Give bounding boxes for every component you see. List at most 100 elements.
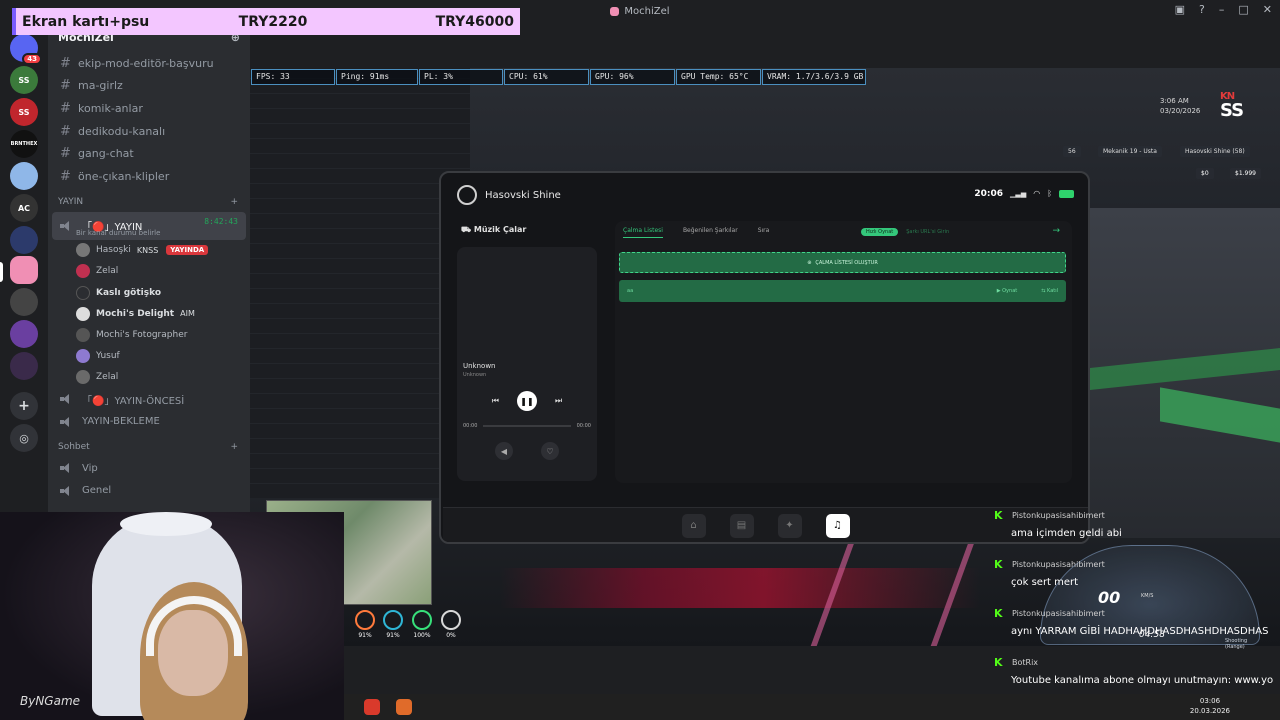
server-rail: 43 SS SS BRNTHEX AC + ◎ (0, 22, 48, 522)
hud-time: 3:06 AM (1160, 97, 1189, 105)
add-server-icon[interactable]: + (10, 392, 38, 420)
join-button[interactable]: ⇆ Katıl (1041, 288, 1058, 294)
voice-channel-active[interactable]: 「🔴」YAYIN 8:42:43 Bir kanal durumu belirl… (52, 211, 246, 240)
channel-item[interactable]: # gang-chat (48, 142, 250, 165)
garage-icon[interactable]: ▤ (729, 513, 754, 538)
close-button[interactable]: ✕ (1263, 3, 1272, 16)
server-icon[interactable]: BRNTHEX (10, 130, 38, 158)
armor-value: 91% (386, 632, 400, 639)
server-icon[interactable] (10, 352, 38, 380)
next-icon[interactable]: ⏭ (555, 396, 562, 406)
kick-icon: K (994, 606, 1003, 620)
server-icon[interactable]: SS (10, 98, 38, 126)
add-channel-icon[interactable]: + (230, 197, 238, 207)
tab-liked[interactable]: Beğenilen Şarkılar (683, 227, 738, 238)
channel-label: gang-chat (78, 147, 134, 161)
goal-target: TRY46000 (435, 13, 514, 30)
hud-job-pill: Mekanik 19 - Usta (1098, 146, 1162, 157)
minimize-button[interactable]: – (1219, 3, 1225, 16)
volume-icon[interactable]: ◀ (495, 442, 513, 460)
music-icon[interactable]: ♫ (825, 513, 850, 538)
progress-track[interactable] (483, 425, 571, 427)
light-icon[interactable]: ✦ (777, 513, 802, 538)
cpu-readout: CPU: 61% (504, 69, 589, 85)
server-icon[interactable] (10, 226, 38, 254)
heart-icon[interactable]: ♡ (541, 442, 559, 460)
goal-current: TRY2220 (238, 13, 308, 30)
hash-icon: # (60, 100, 71, 116)
channel-status[interactable]: Bir kanal durumu belirle (76, 229, 160, 237)
pause-button[interactable]: ❚❚ (517, 391, 537, 411)
avatar (76, 264, 90, 279)
vram-readout: VRAM: 1.7/3.6/3.9 GB (762, 69, 866, 85)
home-icon[interactable]: ⌂ (681, 513, 706, 538)
voice-member[interactable]: Hasoşki KNSS YAYINDA (48, 240, 250, 261)
member-name: Mochi's Delight (96, 308, 175, 319)
tab-queue[interactable]: Sıra (758, 227, 770, 238)
server-icon-mochizel[interactable] (10, 256, 38, 284)
discover-icon[interactable]: ◎ (10, 424, 38, 452)
logo-bottom: SS (1220, 100, 1244, 121)
create-playlist-label: ÇALMA LİSTESİ OLUŞTUR (815, 259, 878, 266)
channel-item[interactable]: # komik-anlar (48, 97, 250, 120)
screen: MochiZel ▣ ? – □ ✕ Ekran kartı+psu TRY22… (0, 0, 1280, 720)
voice-channel[interactable]: Genel (48, 480, 250, 503)
profile-avatar[interactable] (457, 185, 477, 205)
voice-member[interactable]: Zelal (48, 261, 250, 282)
server-icon[interactable]: AC (10, 194, 38, 222)
packet-loss-readout: PL: 3% (419, 69, 503, 85)
voice-channel-label: 「🔴」YAYIN-ÖNCESİ (82, 395, 185, 407)
play-button[interactable]: ▶ Oynat (997, 288, 1018, 294)
section-label: Müzik Çalar (473, 225, 527, 234)
health-value: 91% (358, 632, 372, 639)
hud-cash: $0 (1196, 168, 1214, 179)
progress-bar[interactable]: 00:00 00:00 (463, 423, 591, 429)
chat-username: BotRix (1012, 657, 1039, 667)
voice-member[interactable]: Mochi's Fotographer (48, 324, 250, 345)
avatar (76, 285, 90, 300)
channel-item[interactable]: # ma-girlz (48, 75, 250, 98)
hud-bank: $1.999 (1230, 168, 1261, 179)
url-input[interactable]: Şarkı URL'si Girin (906, 229, 949, 235)
create-playlist-button[interactable]: ⊕ ÇALMA LİSTESİ OLUŞTUR (619, 252, 1066, 273)
server-icon[interactable] (10, 162, 38, 190)
kick-icon: K (994, 508, 1003, 522)
car-icon: ⛟ (461, 225, 474, 234)
track-artist: Unknown (463, 372, 487, 378)
profile-name: Hasovski Shine (485, 189, 561, 201)
voice-member[interactable]: Kaslı götişko (48, 282, 250, 303)
speaker-icon (60, 463, 72, 474)
server-icon[interactable] (10, 288, 38, 316)
inbox-icon[interactable]: ▣ (1175, 3, 1185, 16)
fps-readout: FPS: 33 (251, 69, 335, 85)
quick-play-button[interactable]: Hızlı Oynat (861, 228, 899, 236)
game-icon[interactable] (396, 699, 412, 715)
channel-label: ma-girlz (78, 79, 123, 93)
voice-channel[interactable]: YAYIN-BEKLEME (48, 410, 250, 433)
hud-name-pill: Hasovski Shine (58) (1180, 146, 1250, 157)
chrome-icon[interactable] (364, 699, 380, 715)
channel-item[interactable]: # öne-çıkan-klipler (48, 165, 250, 188)
hud-clock: 3:06 AM 03/20/2026 (1160, 96, 1200, 116)
arrow-right-icon[interactable]: → (1052, 226, 1060, 236)
server-icon[interactable]: 43 (10, 34, 42, 65)
chat-username: Pistonkupasisahibimert (1012, 559, 1105, 569)
previous-icon[interactable]: ⏮ (492, 396, 499, 406)
channel-item[interactable]: # dedikodu-kanalı (48, 120, 250, 143)
voice-member[interactable]: Yusuf (48, 346, 250, 367)
voice-member[interactable]: Zelal (48, 367, 250, 388)
playlist-row[interactable]: aa ▶ Oynat ⇆ Katıl (619, 280, 1066, 302)
voice-member[interactable]: Mochi's Delight AIM (48, 303, 250, 324)
category-header[interactable]: Sohbet + (48, 437, 250, 457)
add-channel-icon[interactable]: + (230, 442, 238, 452)
voice-channel[interactable]: Vip (48, 457, 250, 480)
voice-channel[interactable]: 「🔴」YAYIN-ÖNCESİ (48, 388, 250, 411)
help-icon[interactable]: ? (1199, 3, 1205, 16)
hash-icon: # (60, 168, 71, 184)
server-icon[interactable] (10, 320, 38, 348)
maximize-button[interactable]: □ (1238, 3, 1248, 16)
category-header[interactable]: YAYIN + (48, 192, 250, 212)
channel-item[interactable]: # ekip-mod-editör-başvuru (48, 52, 250, 75)
tab-playlist[interactable]: Çalma Listesi (623, 227, 663, 238)
server-icon[interactable]: SS (10, 66, 38, 94)
